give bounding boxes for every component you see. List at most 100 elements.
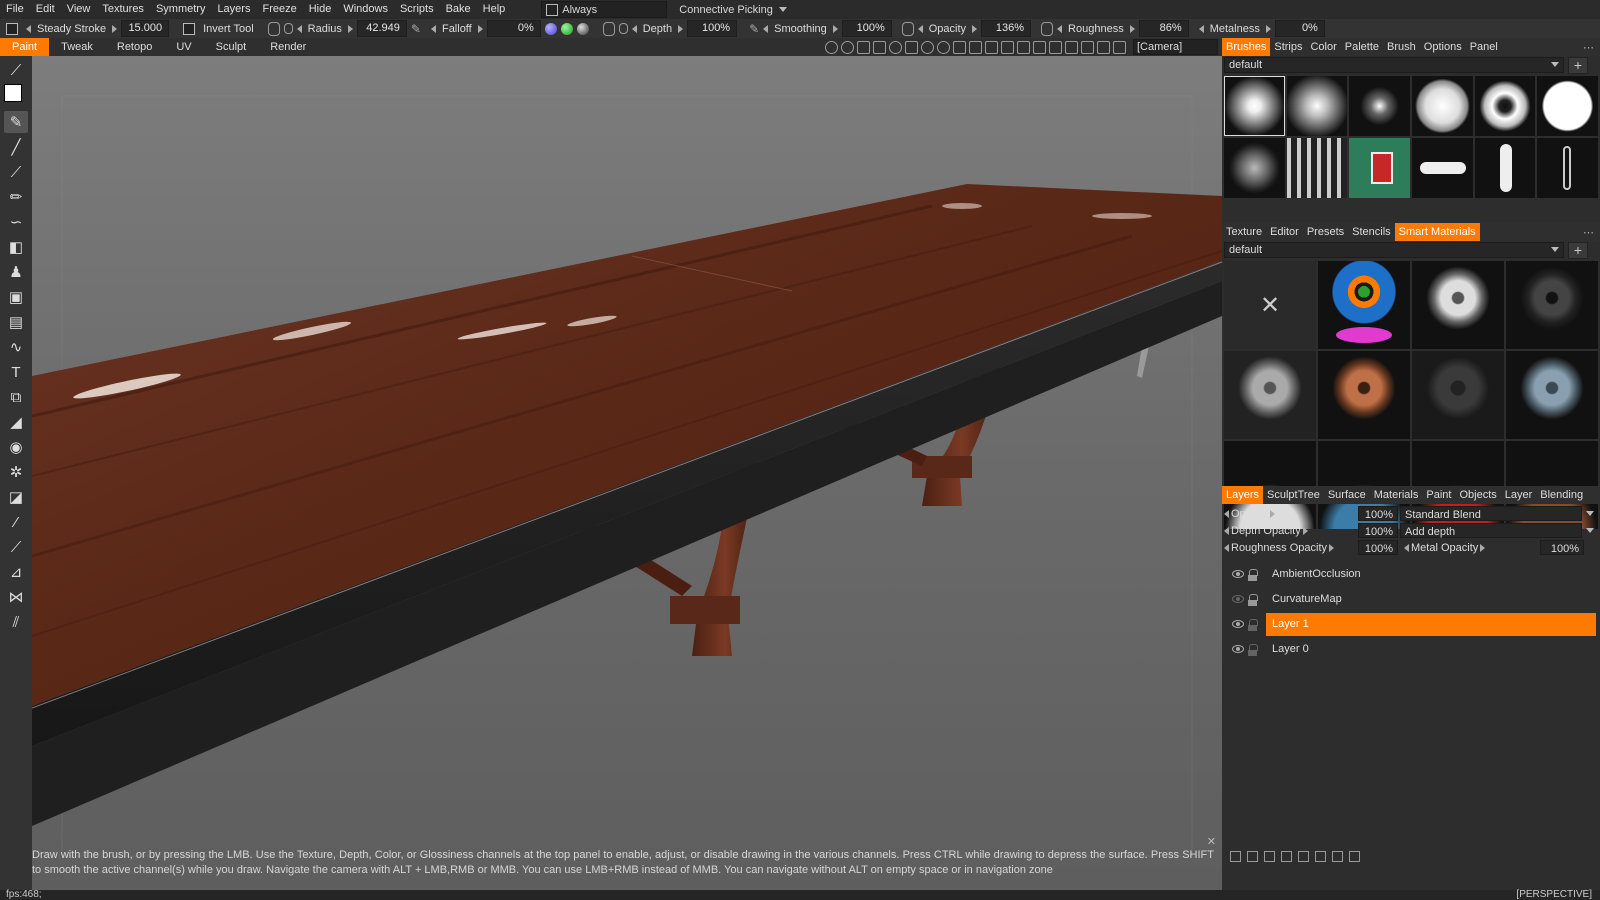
lock-icon[interactable] <box>283 23 293 34</box>
tab-layer[interactable]: Layer <box>1501 486 1537 504</box>
eye-icon[interactable] <box>1232 570 1244 578</box>
chevron-down-icon[interactable] <box>1586 511 1594 516</box>
decrease-arrow-icon[interactable] <box>1224 527 1229 536</box>
decrease-arrow-icon[interactable] <box>296 24 302 33</box>
lock-icon[interactable] <box>618 23 628 34</box>
pen-pressure-icon[interactable] <box>1041 21 1054 36</box>
decrease-arrow-icon[interactable] <box>26 24 31 33</box>
tab-paint-objects[interactable]: Paint <box>1422 486 1455 504</box>
document-icon[interactable]: ▤ <box>4 311 28 333</box>
move-icon[interactable] <box>953 40 966 54</box>
pen-pressure-icon[interactable] <box>602 21 615 36</box>
fullscreen-icon[interactable] <box>1081 40 1094 54</box>
brush-thumb[interactable] <box>1286 138 1348 198</box>
brush-thumb[interactable] <box>1537 138 1598 198</box>
decrease-arrow-icon[interactable] <box>430 24 436 33</box>
tab-editor[interactable]: Editor <box>1266 223 1303 241</box>
smudge-icon[interactable]: ∽ <box>4 211 28 233</box>
increase-arrow-icon[interactable] <box>1480 544 1486 553</box>
more-icon[interactable]: ⋯ <box>1583 226 1600 239</box>
decrease-arrow-icon[interactable] <box>917 24 923 33</box>
iron-icon[interactable]: ⊿ <box>4 561 28 583</box>
tab-texture[interactable]: Texture <box>1222 223 1266 241</box>
eye-tool-icon[interactable]: ◉ <box>4 436 28 458</box>
more-icon[interactable]: ⋯ <box>1583 41 1600 54</box>
pencil-tool-icon[interactable]: ✏ <box>4 186 28 208</box>
clear-material-icon[interactable]: ✕ <box>1224 261 1316 349</box>
text-icon[interactable]: T <box>4 361 28 383</box>
always-checkbox[interactable] <box>546 3 559 16</box>
gradient-icon[interactable]: ◪ <box>4 486 28 508</box>
menu-windows[interactable]: Windows <box>337 0 394 19</box>
primary-color-swatch[interactable] <box>4 84 22 102</box>
tab-uv[interactable]: UV <box>164 38 203 56</box>
add-folder-icon[interactable] <box>1247 851 1258 862</box>
eye-hidden-icon[interactable] <box>1232 595 1244 603</box>
roughness-opacity-value[interactable]: 100% <box>1358 540 1398 555</box>
tab-sculpt[interactable]: Sculpt <box>204 38 259 56</box>
filter-icon[interactable] <box>1113 40 1126 54</box>
lock-icon[interactable] <box>1248 644 1258 656</box>
menu-freeze[interactable]: Freeze <box>256 0 302 19</box>
cube-icon[interactable] <box>1033 40 1046 54</box>
menu-view[interactable]: View <box>61 0 97 19</box>
image-icon[interactable]: ▣ <box>4 286 28 308</box>
tab-smart-materials[interactable]: Smart Materials <box>1394 223 1480 241</box>
copy-icon[interactable] <box>1332 851 1343 862</box>
depth-value[interactable]: 100% <box>687 20 738 37</box>
sphere-blue-icon[interactable] <box>544 22 557 35</box>
menu-scripts[interactable]: Scripts <box>394 0 440 19</box>
3d-viewport[interactable]: Draw with the brush, or by pressing the … <box>32 56 1222 890</box>
curve-icon[interactable]: ∿ <box>4 336 28 358</box>
rotate-icon[interactable] <box>921 40 934 54</box>
airbrush-icon[interactable]: ⟋ <box>4 161 28 183</box>
brush-thumb[interactable] <box>1412 138 1473 198</box>
grid-icon[interactable] <box>1049 40 1062 54</box>
grid-view-icon[interactable] <box>873 40 886 54</box>
tab-color[interactable]: Color <box>1306 38 1340 56</box>
pen-pressure-icon[interactable] <box>267 21 280 36</box>
tab-render[interactable]: Render <box>258 38 318 56</box>
layer-row-selected[interactable]: Layer 1 <box>1224 613 1598 636</box>
material-thumb[interactable] <box>1506 261 1598 349</box>
close-icon[interactable]: ✕ <box>1207 835 1216 848</box>
eraser-icon[interactable]: ◢ <box>4 411 28 433</box>
metalness-value[interactable]: 0% <box>1274 20 1325 37</box>
tab-stencils[interactable]: Stencils <box>1348 223 1395 241</box>
pencil-icon[interactable]: ✎ <box>749 22 759 36</box>
increase-arrow-icon[interactable] <box>678 24 684 33</box>
ruler-icon[interactable]: ⫽ <box>4 611 28 633</box>
decrease-arrow-icon[interactable] <box>1057 24 1063 33</box>
always-dropdown[interactable]: Always <box>541 1 668 18</box>
material-icon[interactable] <box>889 40 902 54</box>
material-thumb[interactable] <box>1412 351 1504 439</box>
tab-panel[interactable]: Panel <box>1466 38 1502 56</box>
sphere-green-icon[interactable] <box>560 22 573 35</box>
add-brush-button[interactable]: + <box>1568 57 1588 74</box>
layer-row[interactable]: Layer 0 <box>1224 638 1598 661</box>
move-up-icon[interactable] <box>1298 851 1309 862</box>
menu-textures[interactable]: Textures <box>96 0 150 19</box>
axis-icon[interactable] <box>1065 40 1078 54</box>
brush-thumb[interactable] <box>1224 76 1285 136</box>
brush-thumb[interactable] <box>1349 76 1410 136</box>
tab-options[interactable]: Options <box>1420 38 1466 56</box>
decrease-arrow-icon[interactable] <box>1224 510 1229 519</box>
material-thumb[interactable] <box>1318 261 1410 349</box>
radius-value[interactable]: 42.949 <box>356 20 407 37</box>
brush-preset-select[interactable]: default <box>1224 57 1564 73</box>
layer-opacity-value[interactable]: 100% <box>1358 506 1398 521</box>
line-tool-icon[interactable]: ╱ <box>4 136 28 158</box>
tab-presets[interactable]: Presets <box>1303 223 1348 241</box>
move-down-icon[interactable] <box>1315 851 1326 862</box>
home-icon[interactable] <box>1017 40 1030 54</box>
eye-icon[interactable] <box>1232 645 1244 653</box>
invert-tool-checkbox[interactable] <box>183 22 196 35</box>
menu-layers[interactable]: Layers <box>211 0 256 19</box>
menu-edit[interactable]: Edit <box>30 0 61 19</box>
knife-icon[interactable]: ⟋ <box>4 536 28 558</box>
depth-mode-select[interactable]: Add depth <box>1400 523 1582 538</box>
brush-tool-icon[interactable]: ⟋ <box>4 59 28 81</box>
brush-thumb[interactable] <box>1349 138 1410 198</box>
lock-icon[interactable] <box>1248 594 1258 606</box>
